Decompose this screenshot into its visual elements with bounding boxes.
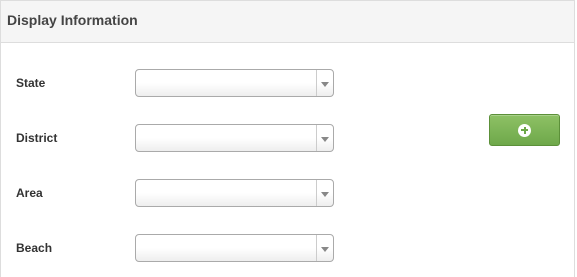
chevron-down-icon[interactable] xyxy=(316,180,333,206)
district-row: District xyxy=(1,124,361,161)
beach-label: Beach xyxy=(16,241,53,255)
chevron-down-icon[interactable] xyxy=(316,125,333,151)
beach-select[interactable] xyxy=(135,234,334,262)
add-button[interactable] xyxy=(489,114,560,146)
panel-title: Display Information xyxy=(7,11,138,28)
chevron-down-icon[interactable] xyxy=(316,70,333,96)
chevron-down-icon[interactable] xyxy=(316,235,333,261)
district-label: District xyxy=(16,131,58,145)
state-row: State xyxy=(1,69,361,106)
display-information-panel: Display Information State District Area … xyxy=(0,0,575,277)
area-select[interactable] xyxy=(135,179,334,207)
district-select[interactable] xyxy=(135,124,334,152)
area-label: Area xyxy=(16,186,43,200)
panel-header: Display Information xyxy=(1,1,574,43)
state-select[interactable] xyxy=(135,69,334,97)
area-row: Area xyxy=(1,179,361,216)
state-label: State xyxy=(16,76,46,90)
beach-row: Beach xyxy=(1,234,361,271)
plus-circle-icon xyxy=(518,123,531,137)
